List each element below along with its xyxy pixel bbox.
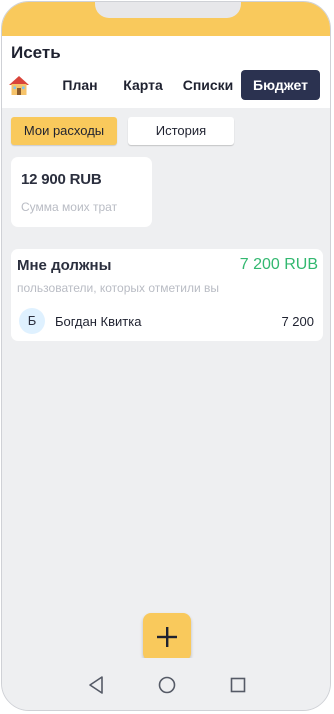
home-circle-icon [158, 676, 176, 694]
status-bar [2, 2, 330, 36]
owed-to-me-title: Мне должны [17, 257, 112, 274]
back-icon [89, 676, 103, 694]
tab-plan[interactable]: План [52, 70, 108, 100]
debtor-amount: 7 200 [281, 314, 314, 329]
camera-notch [95, 2, 241, 18]
recents-icon [230, 677, 246, 693]
owed-to-me-card: Мне должны 7 200 RUB пользователи, котор… [11, 249, 323, 341]
spend-amount: 12 900 RUB [21, 171, 102, 188]
plus-icon [157, 627, 177, 647]
spend-caption: Сумма моих трат [21, 200, 118, 214]
recents-button[interactable] [225, 672, 251, 698]
add-button[interactable] [143, 613, 191, 661]
home-icon [9, 76, 29, 95]
debtor-name: Богдан Квитка [55, 314, 142, 329]
owed-subtitle: пользователи, которых отметили вы [17, 281, 219, 295]
spend-summary-card: 12 900 RUB Сумма моих трат [11, 157, 152, 227]
back-button[interactable] [83, 672, 109, 698]
app-title: Исеть [11, 43, 61, 62]
list-item[interactable]: Б Богдан Квитка 7 200 [11, 304, 323, 340]
tab-lists[interactable]: Списки [177, 70, 239, 100]
history-button[interactable]: История [128, 117, 234, 145]
avatar: Б [19, 308, 45, 334]
app-header: Исеть План Карта Списки Бюджет [2, 36, 330, 108]
owed-total: 7 200 RUB [239, 256, 318, 273]
system-navigation-bar [2, 658, 330, 710]
home-system-button[interactable] [154, 672, 180, 698]
home-button[interactable] [7, 74, 31, 98]
phone-frame: Исеть План Карта Списки Бюджет Мои расхо… [1, 1, 331, 711]
tab-budget[interactable]: Бюджет [241, 70, 320, 100]
tab-map[interactable]: Карта [116, 70, 170, 100]
my-expenses-button[interactable]: Мои расходы [11, 117, 117, 145]
